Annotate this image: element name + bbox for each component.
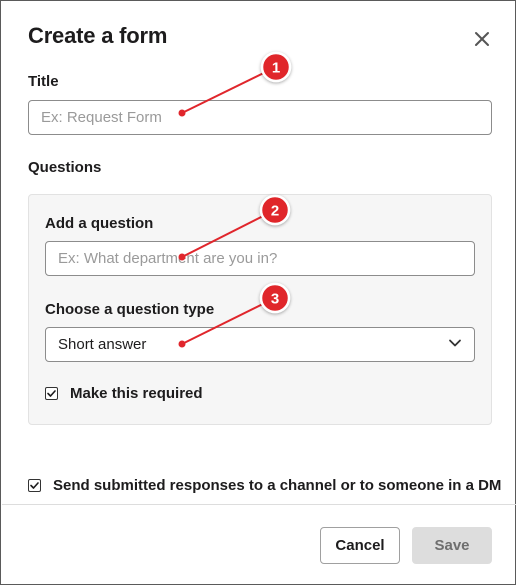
annotation-3-number: 3 <box>271 291 279 308</box>
annotation-overlay: 1 2 3 <box>178 51 292 348</box>
annotation-3: 3 <box>178 282 291 348</box>
annotation-1: 1 <box>178 51 292 117</box>
annotation-2-number: 2 <box>271 203 279 220</box>
annotation-1-number: 1 <box>272 60 280 77</box>
annotation-2: 2 <box>178 194 291 261</box>
